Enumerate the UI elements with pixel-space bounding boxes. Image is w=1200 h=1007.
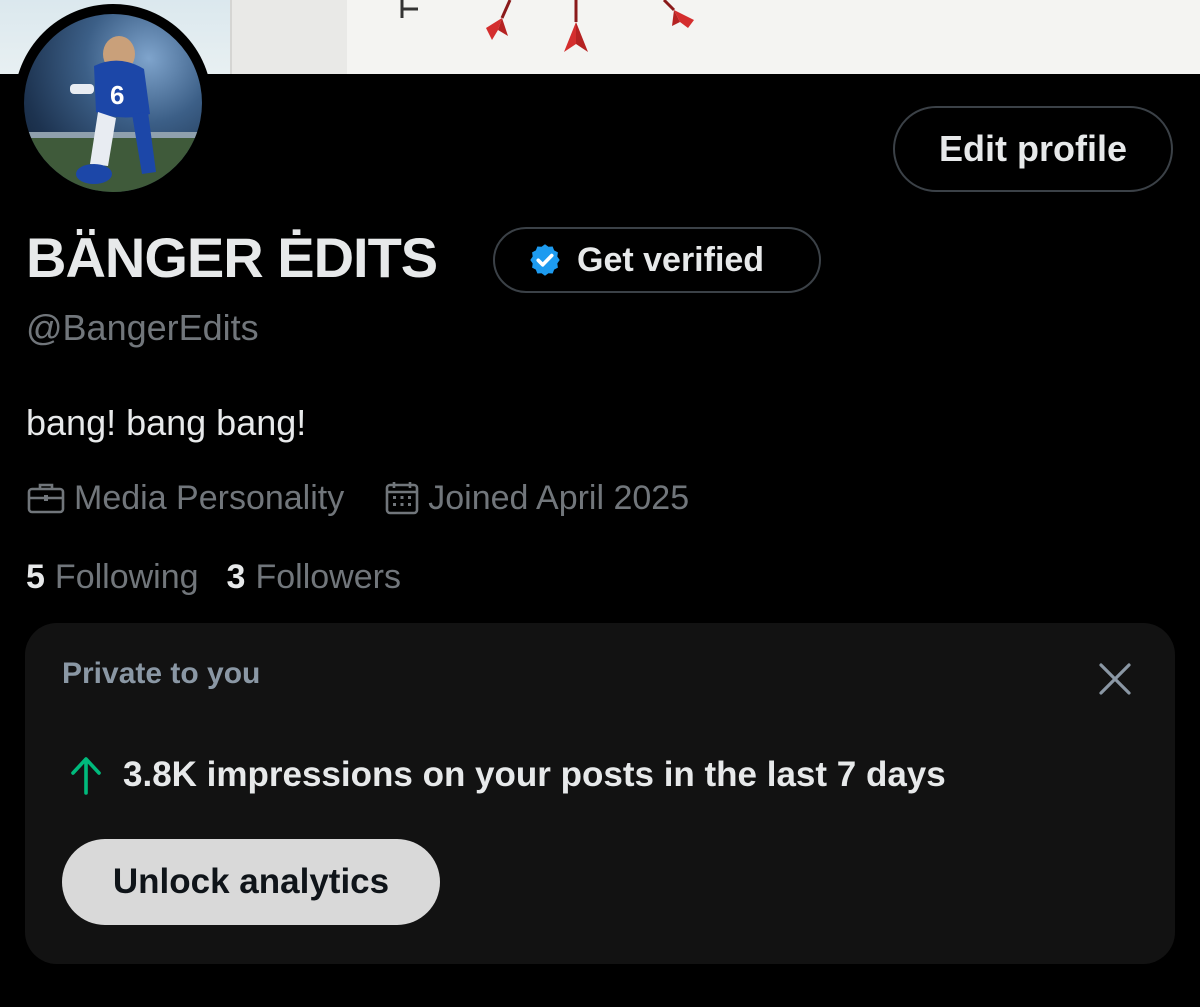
followers-link[interactable]: 3 Followers: [227, 558, 401, 597]
private-analytics-card: Private to you 3.8K impressions on your …: [25, 623, 1175, 964]
profile-counts: 5 Following 3 Followers: [26, 554, 401, 600]
banner-dart-icon: [564, 0, 588, 52]
private-card-title: Private to you: [62, 657, 261, 690]
svg-text:6: 6: [110, 80, 124, 110]
profile-handle: @BangerEdits: [26, 307, 259, 348]
profile-meta: Media Personality Joined April 2025: [26, 474, 689, 522]
profile-category-label: Media Personality: [74, 478, 345, 517]
following-label: Following: [54, 557, 199, 596]
banner-dart-icon: [486, 0, 512, 40]
avatar-image: 6: [24, 14, 202, 192]
profile-joined: Joined April 2025: [384, 479, 689, 518]
followers-count: 3: [226, 557, 246, 596]
calendar-icon: [385, 482, 419, 515]
following-link[interactable]: 5 Following: [26, 558, 199, 597]
unlock-analytics-button[interactable]: Unlock analytics: [62, 839, 440, 925]
profile-category: Media Personality: [26, 479, 344, 518]
profile-joined-label: Joined April 2025: [428, 478, 690, 517]
profile-bio: bang! bang bang!: [26, 402, 307, 443]
get-verified-button[interactable]: Get verified: [493, 227, 821, 293]
banner-letter-mark: [400, 0, 418, 18]
get-verified-label: Get verified: [577, 240, 765, 279]
close-icon[interactable]: [1095, 659, 1135, 699]
impressions-text: 3.8K impressions on your posts in the la…: [123, 755, 946, 794]
briefcase-icon: [27, 483, 65, 514]
verified-badge-icon: [530, 244, 560, 276]
avatar[interactable]: 6: [14, 4, 212, 202]
banner-dart-icon: [662, 0, 694, 28]
display-name: BÄNGER ĖDITS: [26, 226, 438, 289]
avatar-photo-illustration: 6: [24, 36, 202, 192]
banner-mid-panel: [230, 0, 347, 74]
arrow-up-icon: [71, 757, 101, 795]
followers-label: Followers: [255, 557, 401, 596]
edit-profile-button[interactable]: Edit profile: [893, 106, 1173, 192]
following-count: 5: [26, 557, 45, 596]
impressions-stat: 3.8K impressions on your posts in the la…: [69, 755, 946, 795]
